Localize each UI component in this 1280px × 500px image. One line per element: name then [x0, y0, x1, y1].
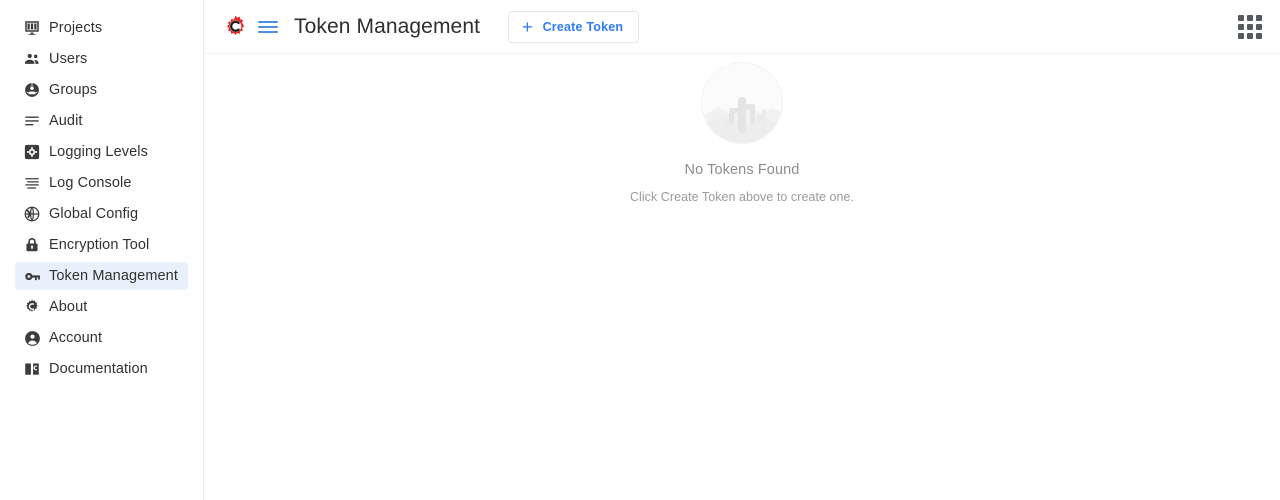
apps-grid-dot — [1247, 32, 1253, 39]
book-icon — [15, 360, 49, 378]
create-token-label: Create Token — [542, 19, 624, 34]
sidebar-item-logging-levels[interactable]: Logging Levels — [15, 138, 188, 166]
sidebar-item-label: Token Management — [49, 268, 178, 284]
sidebar-item-documentation[interactable]: Documentation — [15, 355, 188, 383]
console-lines-icon — [15, 174, 49, 192]
sidebar-item-label: Global Config — [49, 206, 139, 222]
sidebar-item-label: Projects — [49, 20, 103, 36]
sidebar-item-label: Logging Levels — [49, 144, 148, 160]
sidebar-item-label: Audit — [49, 113, 83, 129]
sidebar-item-audit[interactable]: Audit — [15, 107, 188, 135]
sidebar-item-groups[interactable]: Groups — [15, 76, 188, 104]
sidebar-item-account[interactable]: Account — [15, 324, 188, 352]
sidebar-item-label: Encryption Tool — [49, 237, 150, 253]
empty-state-subtitle: Click Create Token above to create one. — [629, 190, 855, 204]
top-header: Token Management + Create Token — [204, 0, 1280, 54]
sidebar-item-log-console[interactable]: Log Console — [15, 169, 188, 197]
page-title: Token Management — [294, 14, 481, 38]
app-logo-icon[interactable] — [222, 14, 248, 40]
gear-c-icon — [15, 298, 49, 316]
empty-state: No Tokens Found Click Create Token above… — [204, 62, 1280, 204]
sidebar-item-label: Log Console — [49, 175, 132, 191]
sidebar-item-label: About — [49, 299, 88, 315]
create-token-button[interactable]: + Create Token — [508, 10, 640, 43]
hamburger-line — [258, 20, 278, 23]
apps-grid-dot — [1247, 14, 1253, 21]
sidebar-item-encryption-tool[interactable]: Encryption Tool — [15, 231, 188, 259]
hamburger-line — [258, 30, 278, 33]
sidebar-item-label: Documentation — [49, 361, 148, 377]
sidebar: Projects Users Groups Audit Logging Leve… — [0, 0, 204, 500]
main-area: Token Management + Create Token No Token… — [204, 0, 1280, 500]
account-circle-icon — [15, 329, 49, 348]
globe-icon — [15, 205, 49, 223]
apps-grid-dot — [1256, 14, 1262, 21]
apps-grid-dot — [1238, 14, 1244, 21]
app-root: Projects Users Groups Audit Logging Leve… — [0, 0, 1280, 500]
apps-grid-dot — [1238, 23, 1244, 30]
content-area: No Tokens Found Click Create Token above… — [204, 54, 1280, 500]
apps-grid-dot — [1238, 32, 1244, 39]
sidebar-item-users[interactable]: Users — [15, 45, 188, 73]
apps-grid-dot — [1247, 23, 1253, 30]
sidebar-item-about[interactable]: About — [15, 293, 188, 321]
users-icon — [15, 50, 49, 69]
gear-square-icon — [15, 143, 49, 161]
key-icon — [15, 267, 49, 286]
sidebar-item-label: Users — [49, 51, 88, 67]
desert-cactus-circle-illustration — [701, 62, 783, 144]
hamburger-icon[interactable] — [258, 16, 280, 38]
apps-grid-dot — [1256, 23, 1262, 30]
lock-icon — [15, 236, 49, 254]
sidebar-item-label: Groups — [49, 82, 98, 98]
hamburger-line — [258, 25, 278, 28]
sidebar-item-token-management[interactable]: Token Management — [15, 262, 188, 290]
sidebar-item-projects[interactable]: Projects — [15, 14, 188, 42]
apps-grid-dot — [1256, 32, 1262, 39]
sidebar-item-label: Account — [49, 330, 103, 346]
plus-icon: + — [522, 16, 533, 37]
dashboard-icon — [15, 19, 49, 37]
groups-icon — [15, 81, 49, 99]
empty-state-title: No Tokens Found — [684, 162, 800, 178]
list-lines-icon — [15, 112, 49, 130]
apps-grid-icon[interactable] — [1238, 14, 1262, 39]
sidebar-item-global-config[interactable]: Global Config — [15, 200, 188, 228]
